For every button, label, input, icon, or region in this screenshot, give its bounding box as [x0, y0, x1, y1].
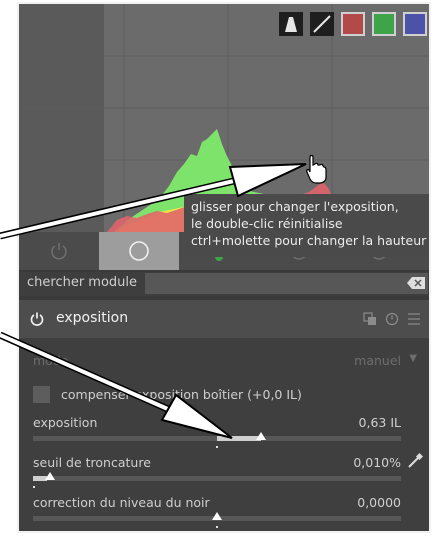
- search-label: chercher module: [27, 275, 138, 290]
- black-level-label: correction du niveau du noir: [33, 495, 210, 510]
- compensate-label: compenser exposition boîtier (+0,0 IL): [61, 387, 302, 402]
- chevron-down-icon[interactable]: ▼: [409, 353, 417, 364]
- presets-menu-icon[interactable]: [407, 312, 421, 326]
- green-channel-icon[interactable]: [372, 12, 396, 36]
- exposure-slider-fill: [217, 436, 262, 441]
- scope-histogram-icon[interactable]: [279, 12, 303, 36]
- slider-origin-dot: [33, 486, 35, 488]
- tab-active-modules[interactable]: [19, 232, 99, 270]
- clip-threshold-handle[interactable]: [45, 472, 55, 480]
- black-level-value: 0,0000: [357, 495, 401, 510]
- module-search-row: chercher module: [19, 272, 429, 296]
- power-icon: [51, 243, 67, 260]
- tab-base-modules[interactable]: [99, 232, 179, 270]
- exposure-slider-label: exposition: [33, 415, 98, 430]
- circle-icon: [129, 241, 149, 261]
- tooltip-line: le double-clic réinitialise: [191, 216, 343, 231]
- exposure-module-body: mode manuel ▼ compenser exposition boîti…: [19, 338, 429, 531]
- mode-dropdown[interactable]: manuel: [354, 353, 401, 368]
- tooltip-line: ctrl+molette pour changer la hauteur: [191, 233, 427, 248]
- multi-instance-icon[interactable]: [363, 312, 377, 326]
- clip-threshold-slider[interactable]: [33, 476, 401, 481]
- histogram-toolbar: [279, 12, 427, 36]
- tooltip-line: glisser pour changer l'exposition,: [191, 199, 399, 214]
- blue-channel-icon[interactable]: [403, 12, 427, 36]
- module-title: exposition: [56, 310, 129, 326]
- exposure-slider-value: 0,63 IL: [358, 415, 401, 430]
- module-power-icon[interactable]: [30, 312, 44, 326]
- black-level-handle[interactable]: [212, 512, 222, 520]
- linear-scale-icon[interactable]: [310, 12, 334, 36]
- slider-origin-dot: [216, 446, 218, 448]
- exposure-module-header[interactable]: exposition: [19, 300, 429, 338]
- slider-origin-dot: [216, 526, 218, 528]
- mode-label: mode: [33, 353, 69, 368]
- compensate-checkbox[interactable]: [33, 386, 50, 403]
- darkroom-right-panel: glisser pour changer l'exposition, le do…: [17, 2, 431, 533]
- color-picker-icon[interactable]: [406, 452, 424, 470]
- red-channel-icon[interactable]: [341, 12, 365, 36]
- exposure-drag-tooltip: glisser pour changer l'exposition, le do…: [184, 194, 429, 257]
- module-header-icons: [363, 312, 421, 326]
- reset-icon[interactable]: [385, 312, 399, 326]
- exposure-slider-handle[interactable]: [256, 432, 267, 440]
- search-input[interactable]: [145, 273, 428, 294]
- clip-threshold-value: 0,010%: [353, 455, 401, 470]
- clear-search-icon[interactable]: [407, 276, 425, 290]
- clip-threshold-label: seuil de troncature: [33, 455, 151, 470]
